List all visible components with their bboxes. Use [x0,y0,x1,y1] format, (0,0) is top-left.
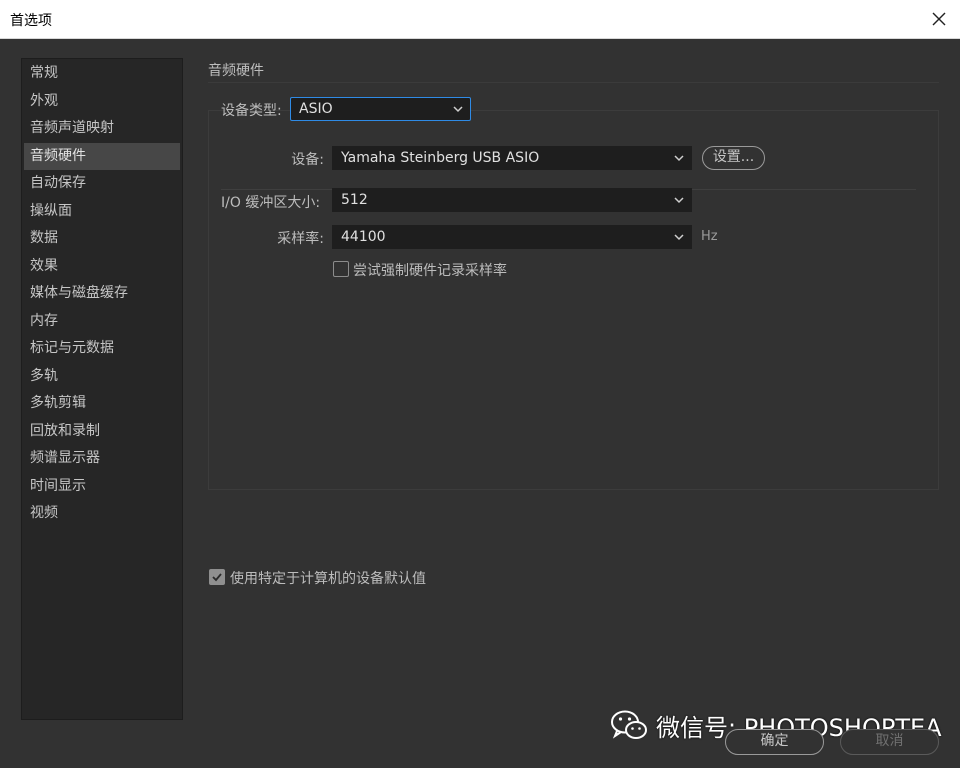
sidebar-item-general[interactable]: 常规 [24,60,180,88]
force-sample-rate-checkbox[interactable] [333,261,349,277]
sidebar-item-control-surface[interactable]: 操纵面 [24,198,180,226]
section-divider [208,82,939,83]
sidebar-item-time-display[interactable]: 时间显示 [24,473,180,501]
sidebar-item-audio-channel-mapping[interactable]: 音频声道映射 [24,115,180,143]
sidebar-item-playback-recording[interactable]: 回放和录制 [24,418,180,446]
device-label: 设备: [291,152,324,168]
buffer-size-label: I/O 缓冲区大小: [221,195,321,211]
sidebar-item-multitrack[interactable]: 多轨 [24,363,180,391]
chevron-down-icon [674,234,684,241]
title-bar: 首选项 [0,0,960,39]
sidebar-item-auto-save[interactable]: 自动保存 [24,170,180,198]
sidebar-item-markers-metadata[interactable]: 标记与元数据 [24,335,180,363]
device-type-value: ASIO [299,101,333,117]
chevron-down-icon [453,106,463,113]
preferences-category-list: 常规 外观 音频声道映射 音频硬件 自动保存 操纵面 数据 效果 媒体与磁盘缓存… [21,58,183,720]
sidebar-item-memory[interactable]: 内存 [24,308,180,336]
buffer-size-select[interactable]: 512 [332,188,692,212]
use-device-defaults-checkbox[interactable] [209,569,225,585]
chevron-down-icon [674,155,684,162]
chevron-down-icon [674,197,684,204]
sidebar-item-data[interactable]: 数据 [24,225,180,253]
device-value: Yamaha Steinberg USB ASIO [341,150,540,166]
device-settings-button[interactable]: 设置... [702,146,765,170]
sidebar-item-audio-hardware[interactable]: 音频硬件 [24,142,180,170]
force-sample-rate-label: 尝试强制硬件记录采样率 [353,263,507,279]
ok-button[interactable]: 确定 [725,729,824,755]
close-button[interactable] [926,6,952,32]
sample-rate-value: 44100 [341,229,386,245]
close-icon [932,12,946,26]
cancel-button[interactable]: 取消 [840,729,939,755]
device-type-label: 设备类型: [221,103,282,119]
device-select[interactable]: Yamaha Steinberg USB ASIO [332,146,692,170]
use-device-defaults-label: 使用特定于计算机的设备默认值 [230,571,426,587]
sample-rate-label: 采样率: [277,231,324,247]
sidebar-item-appearance[interactable]: 外观 [24,88,180,116]
sidebar-item-effects[interactable]: 效果 [24,253,180,281]
sample-rate-select[interactable]: 44100 [332,225,692,249]
section-title: 音频硬件 [208,63,264,79]
checkmark-icon [212,573,222,582]
sample-rate-unit: Hz [701,229,718,244]
sidebar-item-spectral-displays[interactable]: 频谱显示器 [24,445,180,473]
sidebar-item-media-disk-cache[interactable]: 媒体与磁盘缓存 [24,280,180,308]
device-type-select[interactable]: ASIO [290,97,471,121]
buffer-size-value: 512 [341,192,368,208]
sidebar-item-multitrack-clips[interactable]: 多轨剪辑 [24,390,180,418]
window-title: 首选项 [10,13,52,29]
sidebar-item-video[interactable]: 视频 [24,500,180,528]
wechat-icon [611,710,647,739]
